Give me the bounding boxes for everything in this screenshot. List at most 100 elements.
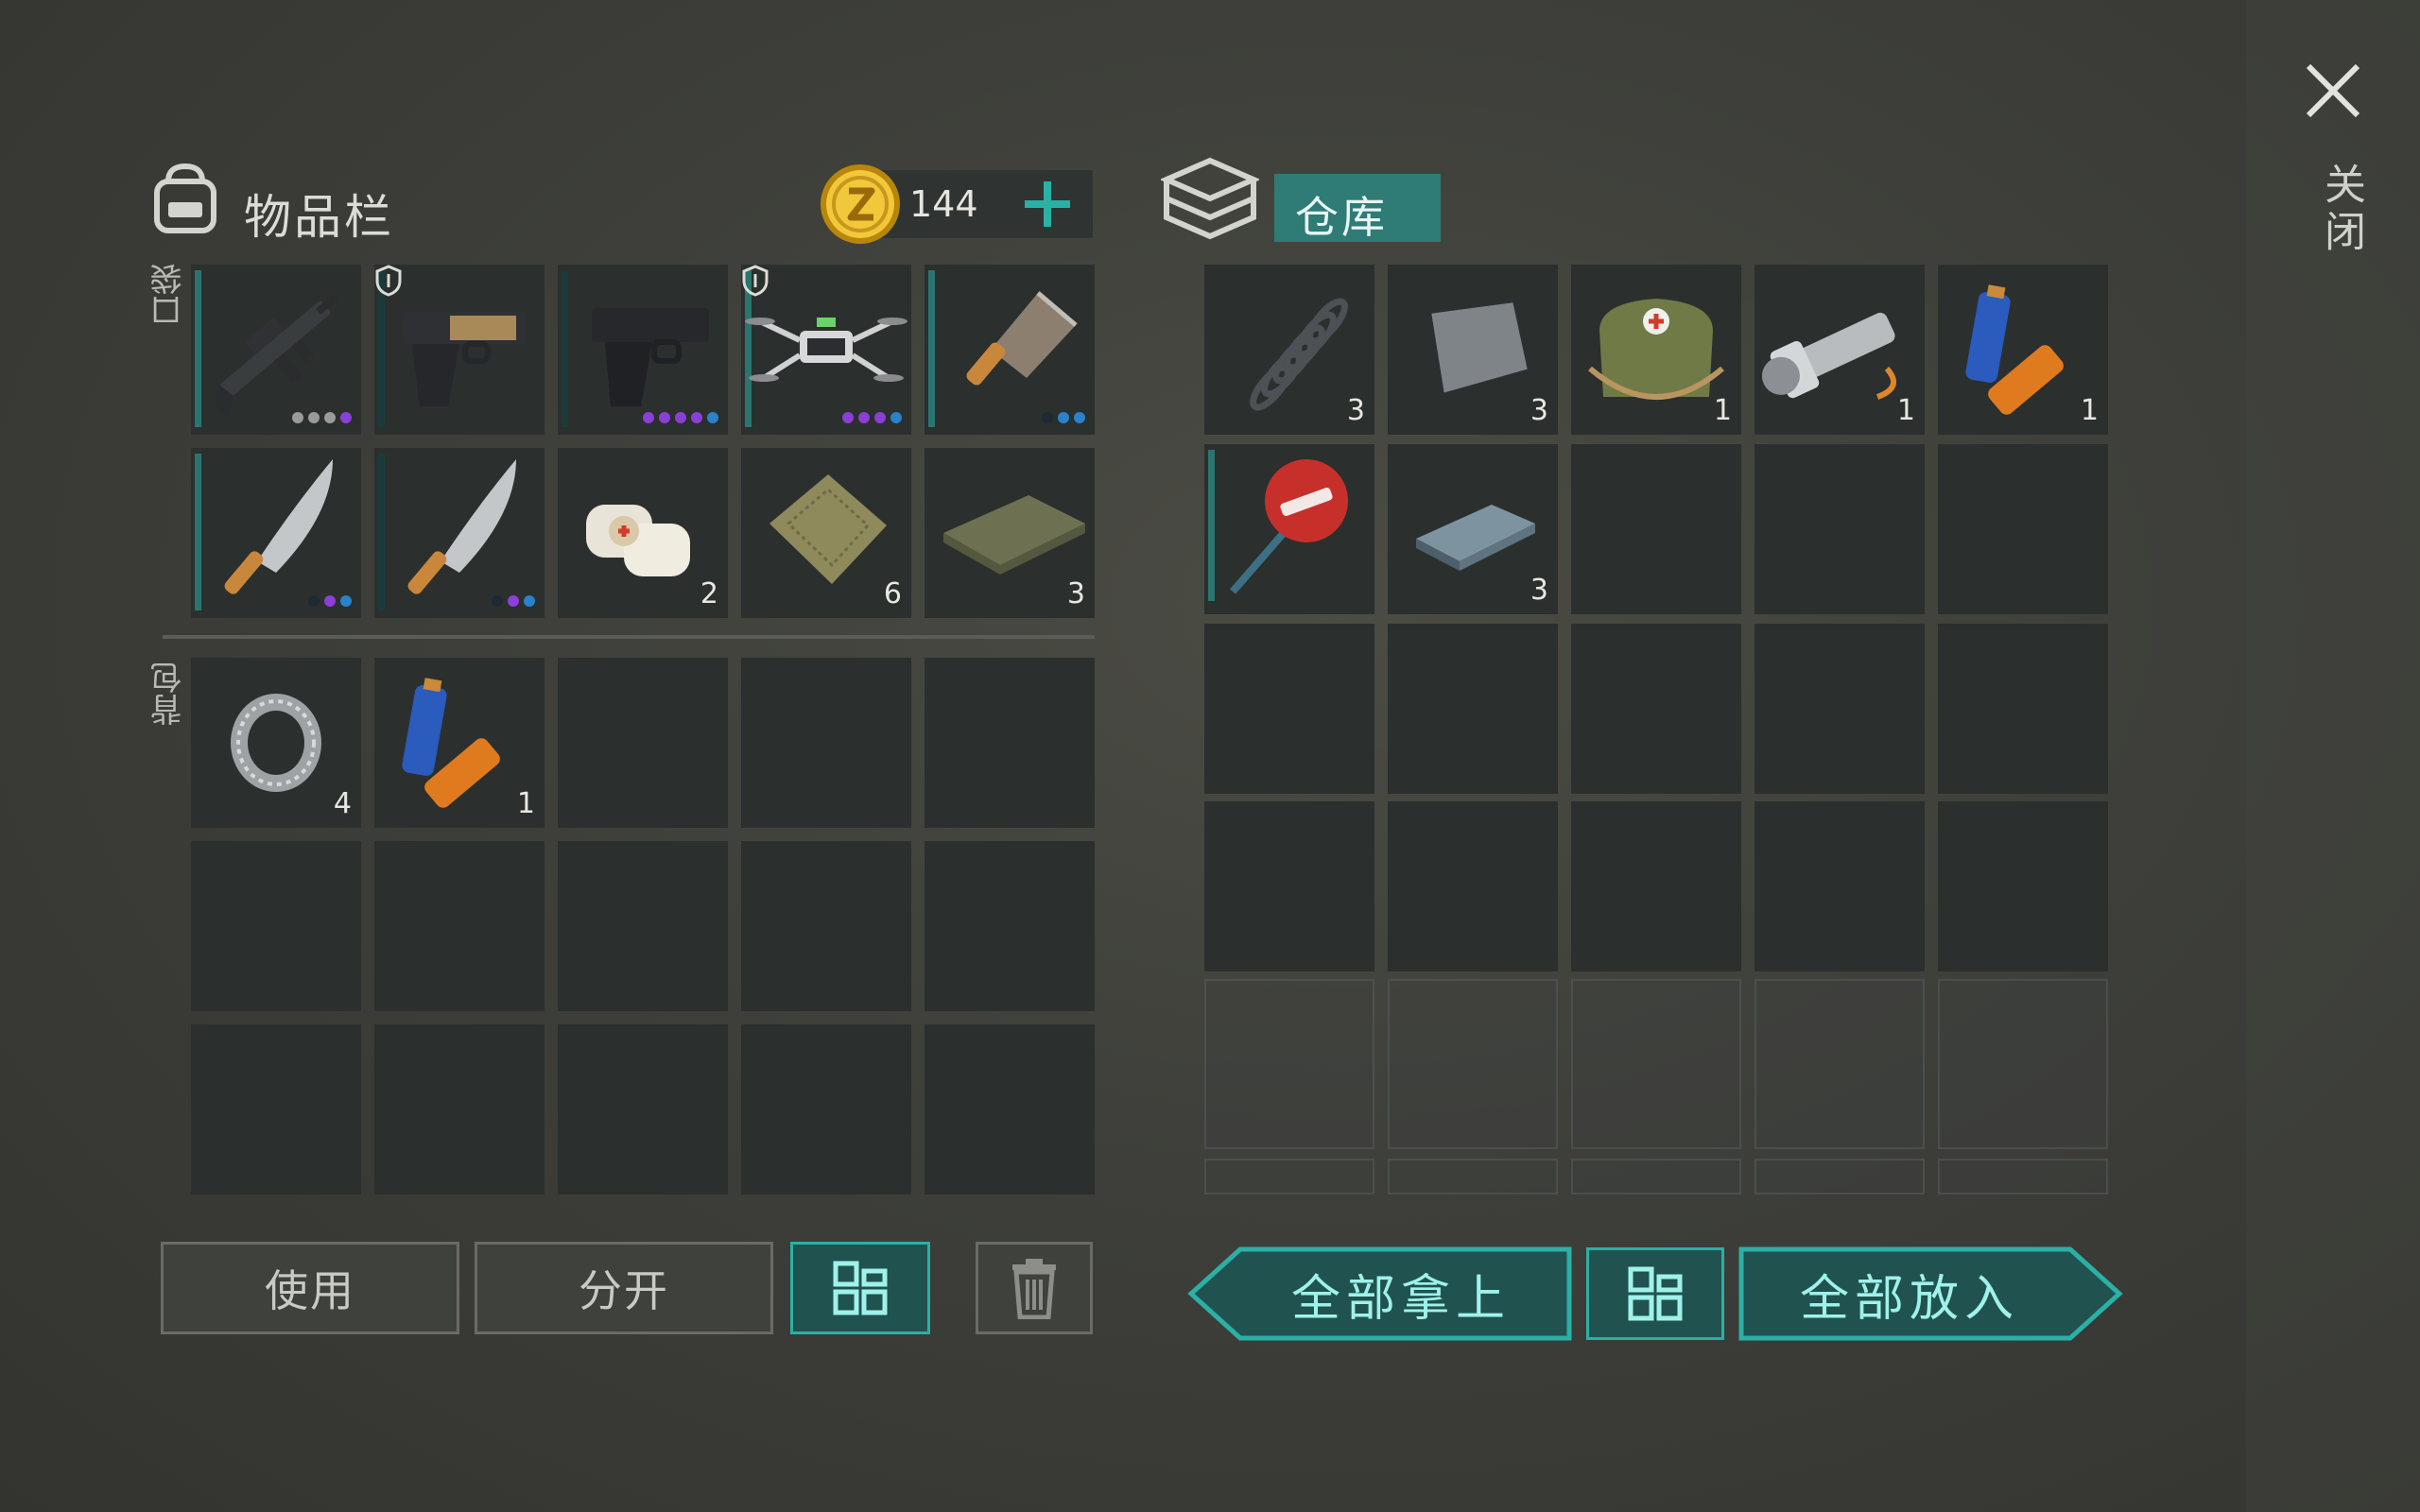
- storage-slot-locked: [1388, 979, 1558, 1149]
- split-button[interactable]: 分开: [475, 1242, 773, 1334]
- storage-slot-empty[interactable]: [1571, 444, 1741, 614]
- coin-amount: 144: [909, 183, 978, 225]
- rarity-dot: [308, 412, 320, 423]
- pocket-slot-assault-rifle[interactable]: [191, 265, 361, 435]
- storage-slot-stop-sign[interactable]: [1204, 444, 1374, 614]
- storage-slot-steel-ingot[interactable]: 3: [1388, 444, 1558, 614]
- rarity-dot: [643, 412, 654, 423]
- item-count: 6: [883, 577, 902, 610]
- storage-slot-empty[interactable]: [1754, 444, 1925, 614]
- rarity-dot: [890, 412, 902, 423]
- close-icon[interactable]: [2305, 62, 2361, 119]
- storage-slot-empty[interactable]: [1571, 801, 1741, 971]
- rarity-dot: [874, 412, 886, 423]
- storage-slot-batteries[interactable]: 1: [1938, 265, 2108, 435]
- rarity-dot: [324, 595, 336, 607]
- rarity-dots: [842, 412, 902, 423]
- pocket-slot-machete[interactable]: [374, 448, 544, 618]
- drone-icon: [745, 318, 908, 382]
- storage-slot-empty[interactable]: [1204, 801, 1374, 971]
- backpack-icon: [154, 163, 216, 233]
- stop-sign-icon: [1229, 459, 1348, 594]
- item-count: 1: [1896, 394, 1915, 427]
- item-count: 1: [516, 787, 535, 820]
- pocket-slot-bandage[interactable]: 2: [558, 448, 728, 618]
- rarity-dot: [691, 412, 702, 423]
- pocket-label: 口袋: [150, 263, 188, 327]
- rarity-dot: [707, 412, 718, 423]
- trash-icon: [1012, 1259, 1056, 1319]
- pocket-slot-glock-pistol[interactable]: [558, 265, 728, 435]
- rarity-dot: [524, 595, 535, 607]
- storage-slot-empty[interactable]: [1938, 801, 2108, 971]
- storage-slot-empty[interactable]: [1388, 624, 1558, 794]
- backpack-slot-empty[interactable]: [374, 1024, 544, 1194]
- storage-slot-metal-plate[interactable]: 3: [1388, 265, 1558, 435]
- machete-icon: [407, 459, 516, 594]
- rarity-dot: [675, 412, 686, 423]
- storage-title: 仓库: [1295, 192, 1388, 243]
- storage-slot-empty[interactable]: [1754, 624, 1925, 794]
- rarity-dot: [308, 595, 320, 607]
- take-all-button[interactable]: 全部拿上: [1229, 1246, 1573, 1342]
- storage-slot-empty[interactable]: [1571, 624, 1741, 794]
- backpack-slot-empty[interactable]: [374, 841, 544, 1011]
- trash-button[interactable]: [976, 1242, 1093, 1334]
- rarity-dot: [1058, 412, 1069, 423]
- backpack-slot-empty[interactable]: [741, 1024, 911, 1194]
- rarity-dot: [340, 412, 352, 423]
- storage-slot-medkit-bag[interactable]: 1: [1571, 265, 1741, 435]
- backpack-slot-empty[interactable]: [925, 658, 1095, 828]
- storage-slot-spring[interactable]: 3: [1204, 265, 1374, 435]
- backpack-slot-empty[interactable]: [741, 841, 911, 1011]
- rarity-dots: [308, 595, 352, 607]
- storage-slot-locked: [1571, 979, 1741, 1149]
- storage-slot-empty[interactable]: [1754, 801, 1925, 971]
- backpack-slot-bearing[interactable]: 4: [191, 658, 361, 828]
- storage-slot-locked: [1754, 979, 1925, 1149]
- use-button[interactable]: 使用: [161, 1242, 459, 1334]
- rarity-dot: [858, 412, 870, 423]
- rarity-dot: [292, 412, 303, 423]
- item-count: 3: [1346, 394, 1365, 427]
- pocket-slot-folded-cloth[interactable]: 3: [925, 448, 1095, 618]
- storage-slot-flashlight[interactable]: 1: [1754, 265, 1925, 435]
- storage-slot-empty[interactable]: [1938, 444, 2108, 614]
- put-all-button[interactable]: 全部放入: [1737, 1246, 2082, 1342]
- storage-slot-empty[interactable]: [1388, 801, 1558, 971]
- backpack-slot-empty[interactable]: [925, 841, 1095, 1011]
- rarity-dots: [292, 412, 352, 423]
- storage-slot-locked: [1754, 1159, 1925, 1194]
- plus-icon[interactable]: [1021, 178, 1074, 231]
- storage-slot-locked: [1571, 1159, 1741, 1194]
- coin-icon: [821, 164, 900, 244]
- pocket-slot-cloth-scrap[interactable]: 6: [741, 448, 911, 618]
- item-count: 1: [1713, 394, 1732, 427]
- backpack-slot-empty[interactable]: [191, 1024, 361, 1194]
- rarity-dots: [643, 412, 718, 423]
- backpack-slot-empty[interactable]: [558, 658, 728, 828]
- pocket-slot-cleaver[interactable]: [925, 265, 1095, 435]
- desert-eagle-icon: [403, 312, 526, 406]
- storage-slot-empty[interactable]: [1204, 624, 1374, 794]
- backpack-slot-empty[interactable]: [558, 1024, 728, 1194]
- backpack-slot-batteries[interactable]: 1: [374, 658, 544, 828]
- pocket-slot-drone[interactable]: [741, 265, 911, 435]
- backpack-slot-empty[interactable]: [191, 841, 361, 1011]
- pocket-slot-machete[interactable]: [191, 448, 361, 618]
- rarity-dot: [1074, 412, 1085, 423]
- pocket-slot-desert-eagle-pistol[interactable]: [374, 265, 544, 435]
- item-count: 4: [333, 787, 352, 820]
- storage-slot-empty[interactable]: [1938, 624, 2108, 794]
- backpack-slot-empty[interactable]: [558, 841, 728, 1011]
- rarity-dots: [492, 595, 535, 607]
- cleaver-icon: [966, 291, 1078, 386]
- glock-icon: [592, 308, 709, 406]
- sort-storage-button[interactable]: [1586, 1247, 1724, 1340]
- rarity-dot: [324, 412, 336, 423]
- backpack-slot-empty[interactable]: [741, 658, 911, 828]
- section-divider: [163, 635, 1095, 639]
- close-label[interactable]: 关闭: [2310, 163, 2371, 257]
- sort-inventory-button[interactable]: [790, 1242, 930, 1334]
- backpack-slot-empty[interactable]: [925, 1024, 1095, 1194]
